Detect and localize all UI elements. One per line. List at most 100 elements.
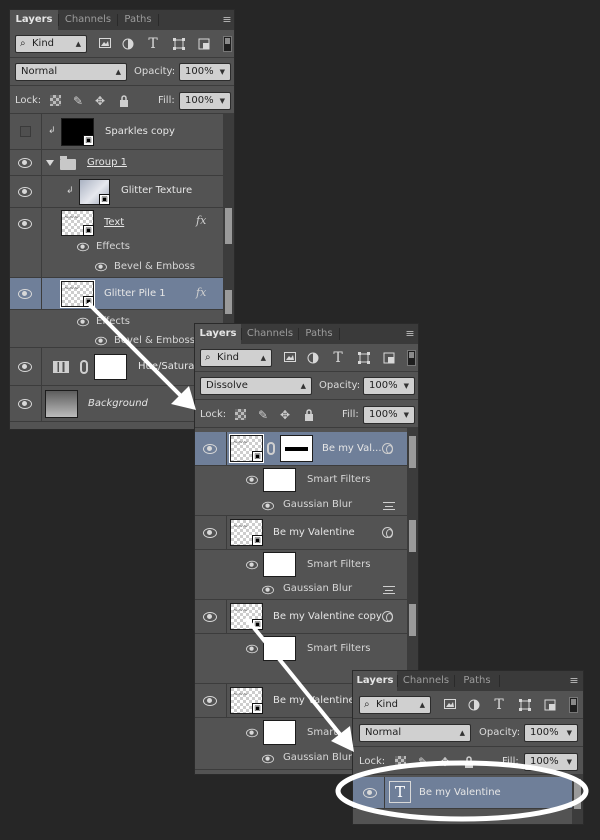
tab-paths[interactable]: Paths [299,324,339,344]
eye-icon[interactable] [246,644,258,654]
eye-icon[interactable] [77,317,89,327]
adjustment-filter-icon[interactable] [465,696,483,714]
layer-name[interactable]: Hue/Saturat [138,361,198,372]
eye-icon[interactable] [77,242,89,252]
filter-name[interactable]: Gaussian Blur [283,583,352,594]
group-expand-triangle-icon[interactable] [46,160,54,166]
opacity-input[interactable]: 100% ▼ [179,63,231,81]
smart-filters-row[interactable]: Smart Filters [195,634,409,662]
kind-filter-select[interactable]: ⌕ Kind ▲ [359,696,431,714]
eye-icon[interactable] [18,289,32,299]
layer-row-sparkles-copy[interactable]: ↲ ▣ Sparkles copy [10,114,224,150]
filter-toggle-switch[interactable] [407,350,416,366]
layer-row-glitter-texture[interactable]: ↲ ▣ Glitter Texture [10,176,224,208]
layer-name[interactable]: Text [104,217,124,228]
scrollbar-thumb[interactable] [409,436,416,468]
effect-name[interactable]: Bevel & Emboss [114,261,195,272]
layer-row-hue-saturation[interactable]: Hue/Saturat [10,348,224,386]
layer-name[interactable]: Be my Val... [322,443,382,454]
filter-toggle-switch[interactable] [223,36,232,52]
visibility-off-box[interactable] [20,126,31,137]
layer-mask-thumbnail[interactable] [94,354,127,380]
eye-icon[interactable] [262,585,274,595]
chevron-down-icon[interactable]: ▼ [404,407,409,423]
panel-menu-icon[interactable]: ≡ [403,327,417,341]
smart-filter-mask-thumbnail[interactable] [263,468,296,492]
filter-row-gaussian-blur[interactable]: Gaussian Blur [195,578,409,600]
layer-name[interactable]: Be my Valentine [273,527,355,538]
layer-row-glitter-pile-1[interactable]: ~~~ ▣ Glitter Pile 1 fx [10,278,224,310]
lock-all-icon[interactable] [301,407,317,423]
chevron-down-icon[interactable]: ▼ [567,754,572,770]
eye-icon[interactable] [18,158,32,168]
lock-image-pixels-icon[interactable]: ✎ [255,407,271,423]
filter-name[interactable]: Gaussian Blur [283,499,352,510]
kind-filter-select[interactable]: ⌕ Kind ▲ [15,35,87,53]
tab-paths[interactable]: Paths [118,10,158,30]
shape-filter-icon[interactable] [170,35,188,53]
tab-layers[interactable]: Layers [353,671,397,691]
type-filter-icon[interactable]: T [329,349,347,367]
lock-all-icon[interactable] [461,754,477,770]
chevron-down-icon[interactable]: ▼ [567,725,572,741]
panel-menu-icon[interactable]: ≡ [220,13,234,27]
tab-paths[interactable]: Paths [455,671,499,691]
tab-layers[interactable]: Layers [195,324,241,344]
link-icon[interactable] [80,360,88,374]
scrollbar[interactable] [572,775,583,824]
eye-icon[interactable] [262,501,274,511]
fx-icon[interactable]: fx [196,286,206,299]
lock-position-icon[interactable]: ✥ [277,407,293,423]
fill-input[interactable]: 100% ▼ [179,92,231,110]
lock-all-icon[interactable] [116,93,132,109]
lock-transparent-pixels-icon[interactable] [48,93,64,109]
type-filter-icon[interactable]: T [490,696,508,714]
layer-name[interactable]: Background [88,398,148,409]
smart-filters-row[interactable]: Smart Filters [195,550,409,578]
eye-icon[interactable] [246,728,258,738]
filter-mask-thumbnail[interactable] [280,435,313,462]
pixel-filter-icon[interactable] [441,696,459,714]
layer-row-be-my-valentine-copy[interactable]: ~~~ ▣ Be my Valentine copy [195,600,409,634]
fill-input[interactable]: 100% ▼ [363,406,415,424]
lock-image-pixels-icon[interactable]: ✎ [415,754,431,770]
lock-transparent-pixels-icon[interactable] [393,754,409,770]
filter-options-icon[interactable] [383,586,395,594]
eye-icon[interactable] [363,788,377,798]
smart-filters-row[interactable]: Smart Filters [195,466,409,492]
scrollbar-thumb[interactable] [409,520,416,552]
filter-name[interactable]: Gaussian Blur [283,752,352,763]
tab-layers[interactable]: Layers [10,10,58,30]
layer-row-group-1[interactable]: Group 1 [10,150,224,176]
layer-row-be-my-valentine-type[interactable]: T Be my Valentine [353,777,573,809]
adjustment-filter-icon[interactable] [304,349,322,367]
filter-options-icon[interactable] [383,502,395,510]
filter-toggle-switch[interactable] [569,697,578,713]
chevron-down-icon[interactable]: ▼ [220,64,225,80]
smart-filter-mask-thumbnail[interactable] [263,720,296,745]
eye-icon[interactable] [18,219,32,229]
eye-icon[interactable] [203,612,217,622]
opacity-input[interactable]: 100% ▼ [363,377,415,395]
chevron-down-icon[interactable]: ▼ [404,378,409,394]
layer-name[interactable]: Be my Valentine copy [273,611,382,622]
scrollbar-thumb[interactable] [409,604,416,636]
fill-input[interactable]: 100% ▼ [524,753,578,771]
effect-name[interactable]: Bevel & Emboss [114,335,195,346]
lock-image-pixels-icon[interactable]: ✎ [70,93,86,109]
layer-row-be-my-valentine-selected[interactable]: ~~~ ▣ Be my Val... [195,432,409,466]
adjustment-filter-icon[interactable] [119,35,137,53]
scrollbar-thumb[interactable] [574,779,581,809]
smart-object-filter-icon[interactable] [195,35,213,53]
lock-position-icon[interactable]: ✥ [92,93,108,109]
tab-channels[interactable]: Channels [242,324,298,344]
link-icon[interactable] [267,442,275,455]
kind-filter-select[interactable]: ⌕ Kind ▲ [200,349,272,367]
lock-transparent-pixels-icon[interactable] [233,407,249,423]
shape-filter-icon[interactable] [355,349,373,367]
type-filter-icon[interactable]: T [144,35,162,53]
layer-name[interactable]: Sparkles copy [105,126,175,137]
eye-icon[interactable] [18,187,32,197]
filter-row-gaussian-blur[interactable]: Gaussian Blur [195,494,409,516]
eye-icon[interactable] [203,528,217,538]
